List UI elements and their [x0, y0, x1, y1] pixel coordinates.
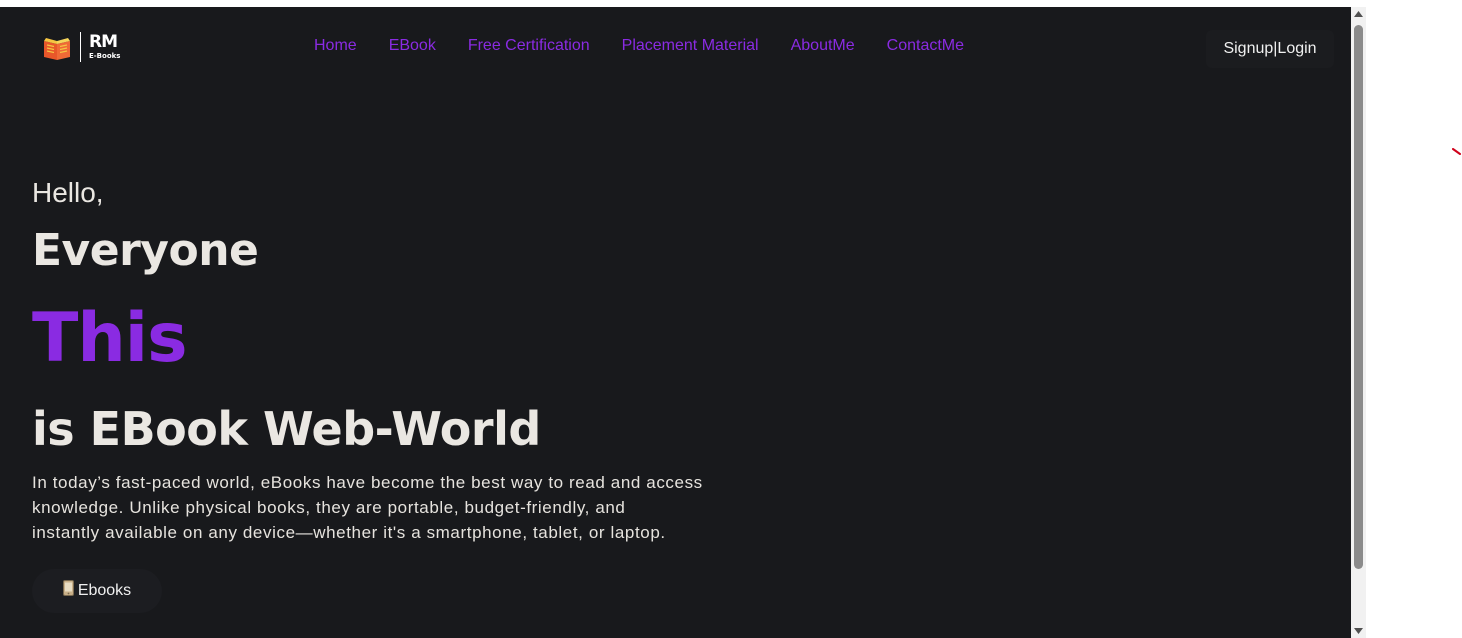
nav-links: Home EBook Free Certification Placement …	[314, 37, 996, 55]
logo-mark: RM	[89, 32, 118, 52]
hero-description-line: In today’s fast-paced world, eBooks have…	[32, 473, 703, 492]
ebooks-button-label: Ebooks	[77, 582, 132, 599]
cursor-mark-icon	[1452, 148, 1461, 155]
hero-description-line: knowledge. Unlike physical books, they a…	[32, 498, 626, 517]
logo-divider	[80, 32, 81, 62]
signup-login-button[interactable]: Signup|Login	[1206, 30, 1334, 68]
nav-link-about-me[interactable]: AboutMe	[791, 37, 855, 55]
hero-greeting: Hello,	[32, 177, 104, 208]
site-logo[interactable]: RM E-Books	[42, 31, 120, 63]
scroll-down-arrow-icon[interactable]	[1353, 626, 1364, 636]
logo-text: RM E-Books	[89, 34, 120, 60]
phone-icon	[62, 580, 74, 596]
open-book-icon	[44, 38, 70, 60]
logo-subtitle: E-Books	[89, 52, 121, 60]
navbar: RM E-Books Home EBook Free Certification…	[0, 7, 1351, 89]
hero-headline: Everyone	[32, 225, 259, 276]
vertical-scrollbar[interactable]	[1351, 7, 1366, 638]
nav-link-home[interactable]: Home	[314, 37, 357, 55]
page-viewport: RM E-Books Home EBook Free Certification…	[0, 7, 1351, 638]
nav-link-ebook[interactable]: EBook	[389, 37, 436, 55]
hero-subheadline: is EBook Web-World	[32, 402, 541, 456]
hero-description-line: instantly available on any device—whethe…	[32, 523, 666, 542]
scrollbar-thumb[interactable]	[1354, 25, 1363, 569]
scroll-up-arrow-icon[interactable]	[1353, 9, 1364, 19]
window-top-strip	[0, 0, 1366, 7]
nav-link-free-certification[interactable]: Free Certification	[468, 37, 590, 55]
ebooks-button[interactable]: Ebooks	[32, 569, 162, 613]
nav-link-placement-material[interactable]: Placement Material	[622, 37, 759, 55]
hero-highlight: This	[32, 299, 188, 378]
nav-link-contact-me[interactable]: ContactMe	[887, 37, 964, 55]
hero-description: In today’s fast-paced world, eBooks have…	[32, 470, 792, 545]
